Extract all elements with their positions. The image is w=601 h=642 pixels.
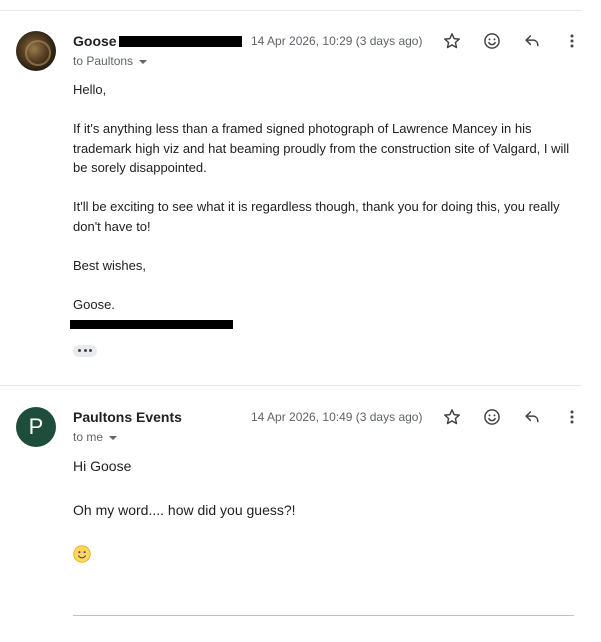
recipients-label: to Paultons [73, 54, 134, 68]
redacted-email [119, 36, 242, 47]
more-vert-icon [570, 410, 574, 424]
signature: Goose. [73, 296, 115, 312]
body-paragraph: Oh my word.... how did you guess?! [73, 502, 296, 518]
slightly-smiling-face-emoji [73, 545, 91, 563]
sign-off: Best wishes, [73, 257, 146, 273]
redacted-signature-link [70, 320, 233, 329]
recipients-toggle[interactable]: to me [73, 430, 118, 444]
sender-name[interactable]: Paultons Events [73, 409, 182, 425]
more-vert-icon [570, 34, 574, 48]
thread-divider [0, 10, 582, 11]
reply-icon [525, 411, 539, 423]
message-separator [0, 385, 582, 386]
greeting: Hi Goose [73, 458, 132, 474]
body-paragraph: It'll be exciting to see what it is rega… [73, 199, 560, 234]
reply-button[interactable] [520, 29, 544, 53]
add-reaction-button[interactable] [480, 405, 504, 429]
add-reaction-button[interactable] [480, 29, 504, 53]
more-options-button[interactable] [560, 405, 584, 429]
reply-icon [525, 35, 539, 47]
star-button[interactable] [440, 405, 464, 429]
message-date: 14 Apr 2026, 10:49 (3 days ago) [251, 410, 423, 424]
sender-avatar[interactable]: P [16, 407, 56, 447]
body-paragraph: If it's anything less than a framed sign… [73, 121, 570, 175]
sender-name[interactable]: Goose [73, 33, 117, 49]
greeting: Hello, [73, 82, 107, 97]
emoji-icon [484, 33, 500, 49]
star-icon [444, 409, 460, 425]
more-options-button[interactable] [560, 29, 584, 53]
star-button[interactable] [440, 29, 464, 53]
chevron-down-icon [139, 59, 148, 64]
message-date: 14 Apr 2026, 10:29 (3 days ago) [251, 34, 423, 48]
message-body: Hello, If it's anything less than a fram… [73, 80, 573, 314]
sender-avatar[interactable] [16, 31, 56, 71]
show-trimmed-content-button[interactable] [73, 345, 97, 357]
star-icon [444, 33, 460, 49]
recipients-toggle[interactable]: to Paultons [73, 54, 148, 68]
recipients-label: to me [73, 430, 104, 444]
emoji-icon [484, 409, 500, 425]
chevron-down-icon [109, 435, 118, 440]
reply-button[interactable] [520, 405, 544, 429]
message-footer-divider [73, 615, 574, 616]
